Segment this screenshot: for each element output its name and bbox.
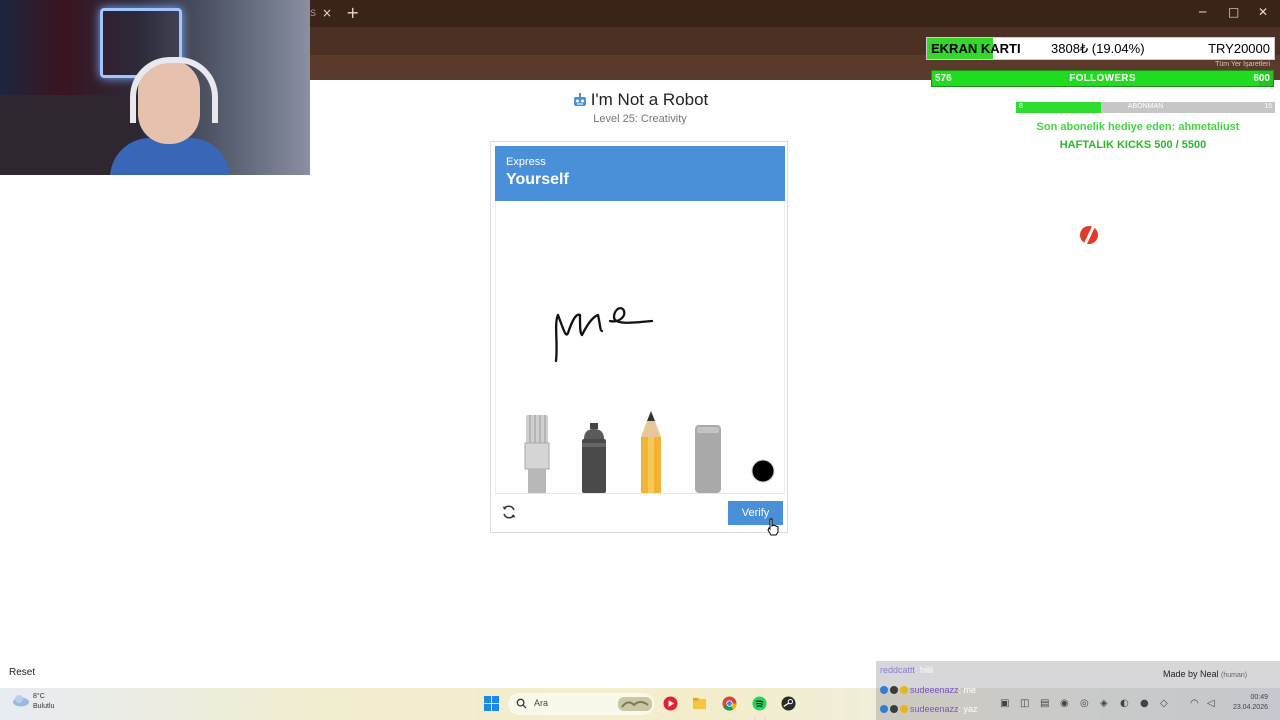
badge-icon — [900, 686, 908, 694]
refresh-icon[interactable] — [501, 504, 517, 520]
robot-icon — [573, 93, 586, 106]
spotify-icon[interactable] — [752, 696, 767, 711]
chat-username: sudeeenazz — [910, 704, 959, 714]
reset-button[interactable]: Reset — [9, 667, 35, 678]
tab-title-fragment[interactable]: S — [310, 8, 316, 18]
spray-can-tool[interactable] — [579, 423, 609, 493]
badge-icon — [900, 705, 908, 713]
paint-brush-tool[interactable] — [522, 413, 552, 493]
subscriber-label: ABONMAN — [1127, 103, 1164, 110]
webcam-overlay — [0, 0, 310, 175]
subscriber-goal-bar: 8 ABONMAN 15 — [1016, 102, 1275, 113]
streamer — [110, 57, 230, 175]
tab-close-button[interactable]: × — [322, 6, 332, 20]
captcha-level: Level 25: Creativity — [593, 113, 687, 125]
weather-widget[interactable]: 8°C Bulutlu — [12, 693, 54, 710]
page-title: I'm Not a Robot — [540, 90, 740, 110]
eraser-tool[interactable] — [693, 425, 723, 493]
windows-start-icon[interactable] — [484, 696, 499, 711]
chat-message: sudeeenazz: me — [880, 685, 976, 695]
gift-sub-text: Son abonelik hediye eden: ahmetaliust — [1036, 121, 1240, 133]
weather-condition: Bulutlu — [33, 703, 55, 710]
chat-message: sudeeenazz: yaz — [880, 704, 978, 714]
goal-ekran-target: TRY20000 — [1208, 41, 1270, 56]
chat-text: : yaz — [958, 704, 978, 714]
hand-cursor-icon — [767, 518, 779, 536]
chat-text: : hiiii — [915, 665, 934, 675]
prompt-big: Yourself — [506, 171, 569, 188]
captcha-prompt: Express Yourself — [495, 146, 785, 201]
file-explorer-icon[interactable] — [692, 696, 707, 711]
badge-icon — [890, 686, 898, 694]
chat-username: sudeeenazz — [910, 685, 959, 695]
taskbar-search[interactable]: Ara — [508, 693, 654, 715]
followers-goal: 600 — [1253, 73, 1270, 84]
chat-message: reddcattt: hiiii — [880, 665, 933, 675]
close-window-button[interactable]: ✕ — [1258, 5, 1268, 19]
new-tab-button[interactable]: + — [346, 3, 359, 22]
chrome-icon[interactable] — [722, 696, 737, 711]
captcha-card: Express Yourself Me — [490, 141, 788, 533]
maximize-button[interactable]: □ — [1228, 5, 1239, 19]
bookmark-folder-all[interactable]: Tüm Yer İşaretleri — [1215, 61, 1270, 68]
cloud-icon — [13, 695, 29, 707]
chat-text: : me — [958, 685, 977, 695]
search-highlight-icon — [618, 697, 652, 711]
chat-username: reddcattt — [880, 665, 916, 675]
search-icon — [516, 698, 527, 709]
goal-ekran-value: 3808₺ (19.04%) — [1051, 41, 1145, 56]
color-picker-black[interactable] — [751, 459, 775, 483]
followers-goal-bar: 576 FOLLOWERS 600 — [931, 70, 1274, 87]
headphones-icon — [130, 57, 218, 123]
followers-label: FOLLOWERS — [1069, 73, 1136, 84]
badge-icon — [880, 705, 888, 713]
media-player-icon[interactable] — [663, 696, 678, 711]
goal-ekran-label: EKRAN KARTI — [931, 41, 1021, 56]
badge-icon — [890, 705, 898, 713]
red-logo-icon — [1080, 225, 1098, 245]
goal-ekran-karti: EKRAN KARTI 3808₺ (19.04%) TRY20000 — [926, 37, 1275, 60]
made-by-tag: (human) — [1221, 672, 1248, 679]
made-by-text: Made by Neal — [1163, 669, 1219, 679]
subscriber-goal: 15 — [1264, 103, 1272, 110]
pencil-tool[interactable] — [636, 411, 666, 493]
badge-icon — [880, 686, 888, 694]
captcha-header: I'm Not a Robot Level 25: Creativity — [540, 90, 740, 125]
weather-temp: 8°C — [33, 693, 45, 700]
made-by-credit: Made by Neal (human) — [1163, 669, 1247, 679]
captcha-title-text: I'm Not a Robot — [590, 90, 709, 109]
captcha-footer: Verify — [495, 498, 785, 528]
search-placeholder: Ara — [534, 698, 549, 708]
handwritten-drawing: Me — [554, 307, 654, 363]
steam-icon[interactable] — [781, 696, 796, 711]
prompt-small: Express — [506, 156, 546, 168]
drawing-canvas[interactable]: Me — [495, 201, 785, 494]
minimize-button[interactable]: ─ — [1199, 5, 1206, 19]
weekly-kicks-text: HAFTALIK KICKS 500 / 5500 — [1059, 139, 1207, 151]
